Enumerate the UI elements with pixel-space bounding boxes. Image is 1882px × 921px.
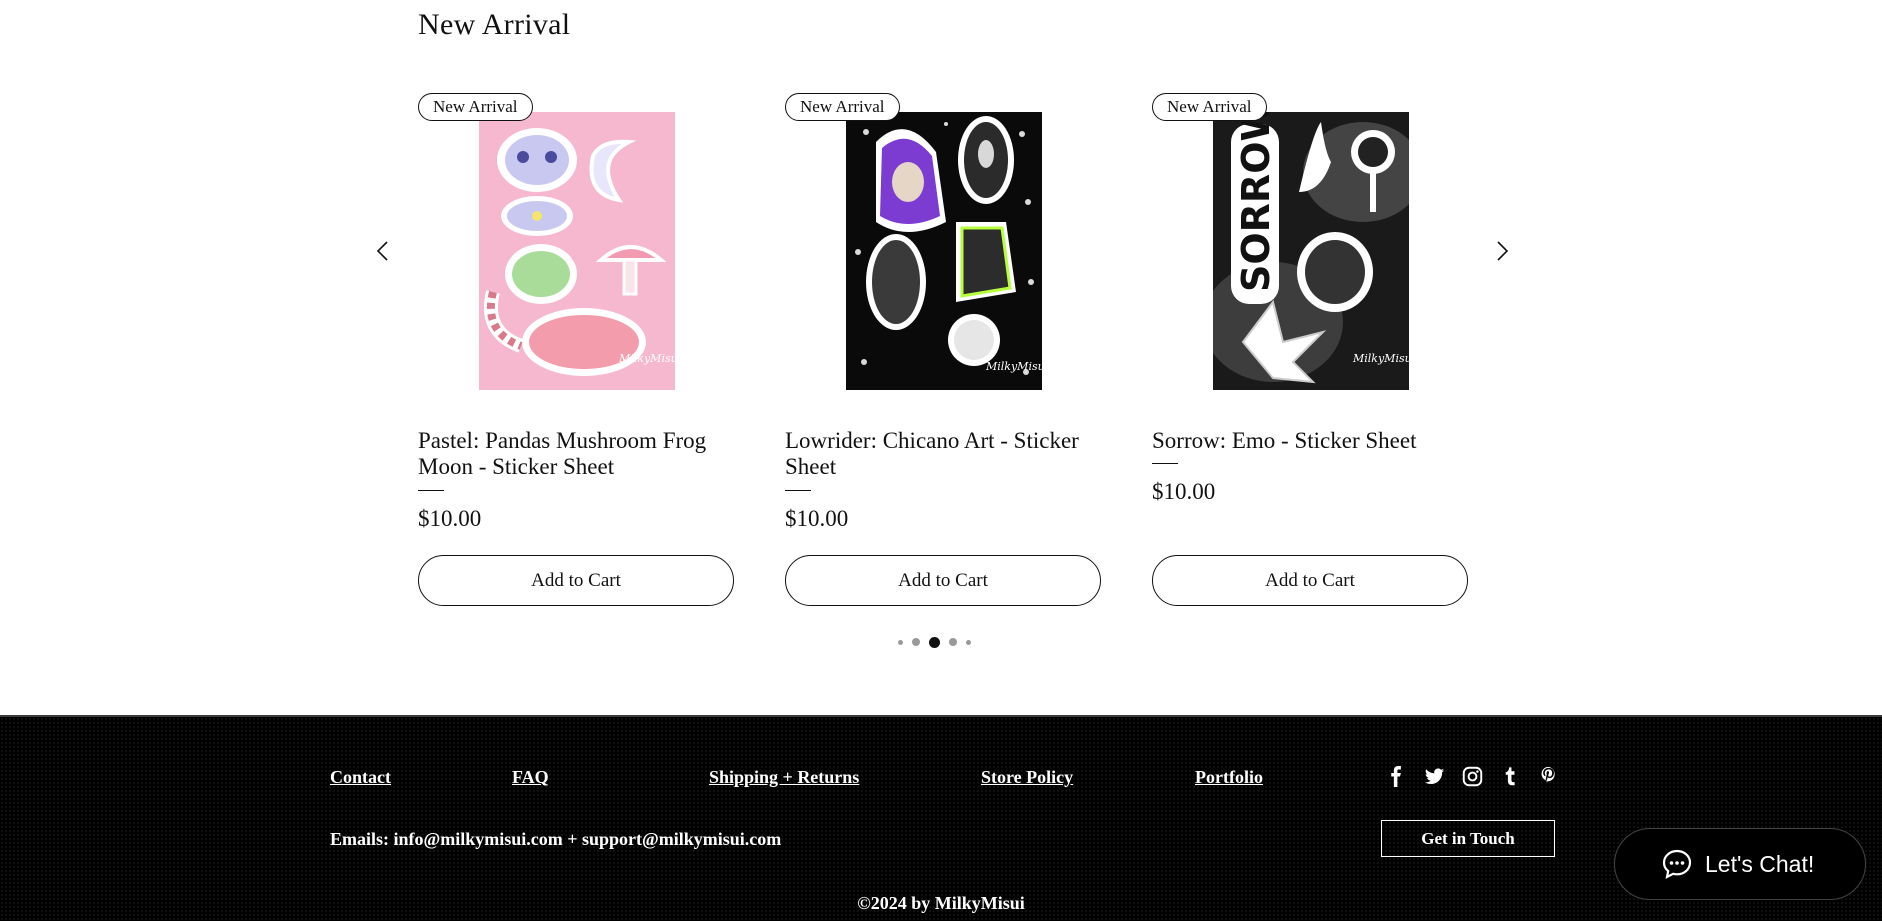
product-name[interactable]: Lowrider: Chicano Art - Sticker Sheet [785, 428, 1103, 480]
product-image[interactable]: MilkyMisui [846, 112, 1042, 390]
pagination-dot[interactable] [966, 639, 971, 645]
copyright-text: ©2024 by MilkyMisui [857, 893, 1025, 913]
product-name[interactable]: Pastel: Pandas Mushroom Frog Moon - Stic… [418, 428, 736, 480]
new-arrival-badge: New Arrival [418, 93, 533, 121]
svg-text:MilkyMisui: MilkyMisui [985, 360, 1042, 373]
footer-link-shipping-returns[interactable]: Shipping + Returns [709, 767, 859, 788]
contact-emails: Emails: info@milkymisui.com + support@mi… [330, 829, 782, 849]
chevron-left-icon [376, 241, 388, 261]
footer-link-portfolio[interactable]: Portfolio [1195, 767, 1263, 788]
sticker-sheet-pastel-image: MilkyMisui [479, 112, 675, 390]
sticker-sheet-lowrider-image: MilkyMisui [846, 112, 1042, 390]
carousel-next-button[interactable] [1487, 236, 1517, 266]
carousel-prev-button[interactable] [368, 236, 398, 266]
new-arrival-badge: New Arrival [785, 93, 900, 121]
title-divider [418, 490, 444, 491]
product-name[interactable]: Sorrow: Emo - Sticker Sheet [1152, 428, 1470, 454]
add-to-cart-button[interactable]: Add to Cart [418, 555, 734, 606]
pagination-dot[interactable] [949, 638, 957, 646]
pinterest-icon[interactable] [1537, 765, 1560, 788]
pagination-dot[interactable] [912, 638, 920, 646]
facebook-icon[interactable] [1385, 765, 1408, 788]
lets-chat-button[interactable]: Let's Chat! [1614, 828, 1866, 900]
carousel-pagination [898, 636, 971, 648]
product-price: $10.00 [785, 506, 849, 531]
add-to-cart-button[interactable]: Add to Cart [1152, 555, 1468, 606]
pagination-dot[interactable] [898, 639, 903, 645]
tumblr-icon[interactable] [1499, 765, 1522, 788]
site-footer: Contact FAQ Shipping + Returns Store Pol… [0, 715, 1882, 921]
svg-text:SORROW: SORROW [1234, 112, 1278, 292]
section-title: New Arrival [418, 8, 571, 41]
chat-bubble-icon [1662, 849, 1692, 880]
footer-link-store-policy[interactable]: Store Policy [981, 767, 1073, 788]
title-divider [785, 490, 811, 491]
instagram-icon[interactable] [1461, 765, 1484, 788]
new-arrival-badge: New Arrival [1152, 93, 1267, 121]
product-price: $10.00 [1152, 479, 1216, 504]
svg-text:MilkyMisui: MilkyMisui [618, 352, 675, 365]
product-image[interactable]: MilkyMisui [479, 112, 675, 390]
footer-link-faq[interactable]: FAQ [512, 767, 549, 788]
twitter-icon[interactable] [1423, 765, 1446, 788]
chat-label: Let's Chat! [1705, 850, 1815, 877]
footer-link-contact[interactable]: Contact [330, 767, 391, 788]
product-price: $10.00 [418, 506, 482, 531]
social-links [1385, 765, 1560, 788]
product-image[interactable]: SORROW MilkyMisui [1213, 112, 1409, 390]
get-in-touch-button[interactable]: Get in Touch [1381, 820, 1555, 857]
pagination-dot-active[interactable] [929, 636, 940, 648]
title-divider [1152, 463, 1178, 464]
svg-text:MilkyMisui: MilkyMisui [1352, 352, 1409, 365]
chevron-right-icon [1497, 241, 1509, 261]
sticker-sheet-sorrow-image: SORROW MilkyMisui [1213, 112, 1409, 390]
add-to-cart-button[interactable]: Add to Cart [785, 555, 1101, 606]
